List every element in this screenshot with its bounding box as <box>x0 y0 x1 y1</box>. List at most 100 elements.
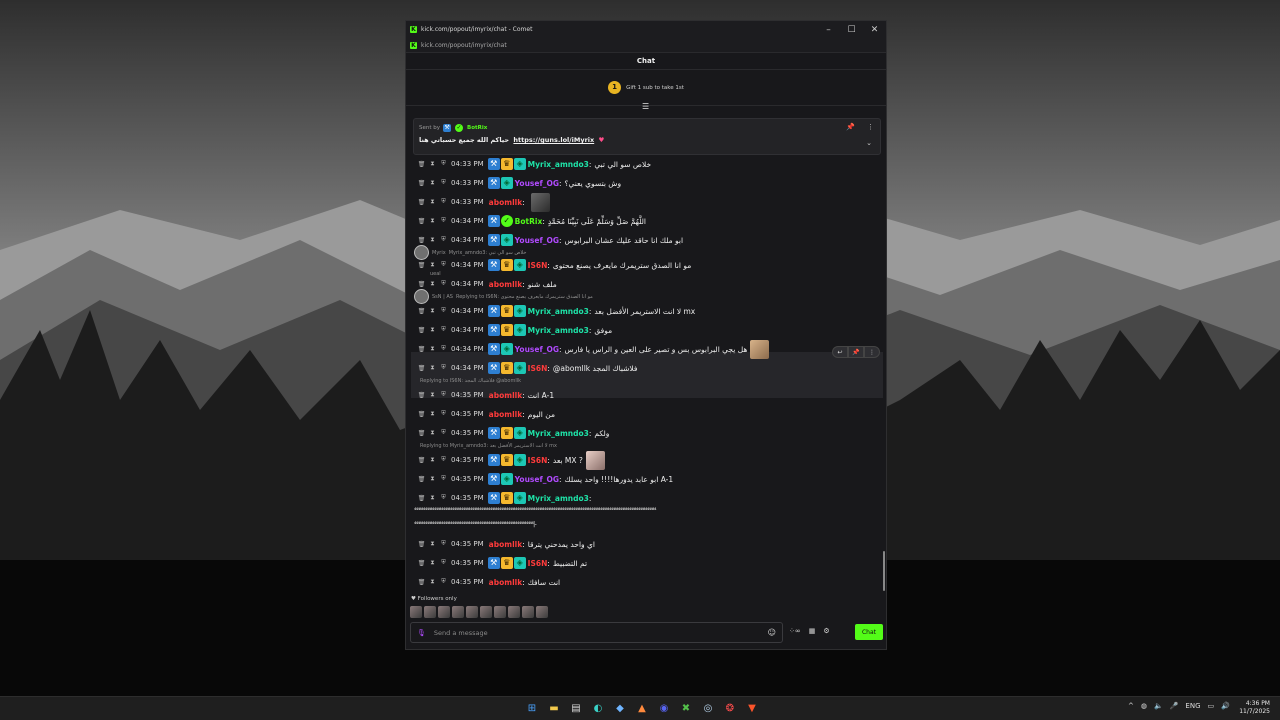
username[interactable]: Yousef_OG <box>515 345 559 354</box>
username[interactable]: Myrix_amndo3 <box>528 494 589 503</box>
chat-message[interactable]: 🗑 ⧗ ⛨ 04:35 PM abomllk: انت A-1 <box>416 388 554 402</box>
timeout-icon[interactable]: ⧗ <box>427 160 438 168</box>
tray-app-icon[interactable]: ◍ <box>1141 702 1147 710</box>
pinned-link[interactable]: https://guns.lol/iMyrix <box>513 136 594 144</box>
app-icon[interactable]: ❂ <box>722 701 738 717</box>
delete-icon[interactable]: 🗑 <box>416 237 427 244</box>
username[interactable]: abomllk <box>489 280 523 289</box>
comet-browser-icon[interactable]: ◐ <box>590 701 606 717</box>
chat-message[interactable]: 🗑 ⧗ ⛨ 04:35 PM ⚒ ♛ ◈ IS6N: بعد MX ? <box>416 450 605 470</box>
taskbar-clock[interactable]: 4:36 PM 11/7/2025 <box>1239 700 1270 716</box>
app-icon[interactable]: ◆ <box>612 701 628 717</box>
minimize-button[interactable]: – <box>817 25 840 35</box>
timeout-icon[interactable]: ⧗ <box>427 475 438 483</box>
ban-icon[interactable]: ⛨ <box>438 280 449 288</box>
volume-icon[interactable]: 🔊 <box>1221 702 1230 710</box>
username[interactable]: Myrix_amndo3 <box>528 429 589 438</box>
username[interactable]: IS6N <box>528 364 548 373</box>
username[interactable]: Yousef_OG <box>515 475 559 484</box>
emote-image[interactable] <box>522 606 534 618</box>
gift-sub-banner[interactable]: 1 Gift 1 sub to take 1st ☰ <box>406 70 886 111</box>
timeout-icon[interactable]: ⧗ <box>427 578 438 586</box>
ban-icon[interactable]: ⛨ <box>438 217 449 225</box>
timeout-icon[interactable]: ⧗ <box>427 364 438 372</box>
chat-message[interactable]: 🗑 ⧗ ⛨ 04:35 PM abomllk: من اليوم <box>416 407 555 421</box>
chevron-up-icon[interactable]: ^ <box>1128 702 1134 710</box>
username[interactable]: IS6N <box>528 559 548 568</box>
ban-icon[interactable]: ⛨ <box>438 391 449 399</box>
delete-icon[interactable]: 🗑 <box>416 579 427 586</box>
ban-icon[interactable]: ⛨ <box>438 364 449 372</box>
reply-context[interactable]: Replying to IS6N: فلاشباك المجد @abomllk <box>420 378 521 384</box>
emote-image[interactable] <box>410 606 422 618</box>
address-bar[interactable]: K kick.com/popout/imyrix/chat <box>406 38 886 53</box>
ban-icon[interactable]: ⛨ <box>438 345 449 353</box>
microphone-icon[interactable]: 🎤 <box>1170 702 1179 710</box>
delete-icon[interactable]: 🗑 <box>416 365 427 372</box>
emote-image[interactable] <box>438 606 450 618</box>
delete-icon[interactable]: 🗑 <box>416 199 427 206</box>
chat-message[interactable]: 🗑 ⧗ ⛨ 04:35 PM ⚒ ♛ ◈ Myrix_amndo3: ولكم <box>416 426 609 440</box>
username[interactable]: abomllk <box>489 410 523 419</box>
chat-message[interactable]: 🗑 ⧗ ⛨ 04:35 PM ⚒ ◈ Yousef_OG: ابو عابد ي… <box>416 472 673 486</box>
timeout-icon[interactable]: ⧗ <box>427 429 438 437</box>
discord-icon[interactable]: ◉ <box>656 701 672 717</box>
timeout-icon[interactable]: ⧗ <box>427 540 438 548</box>
ban-icon[interactable]: ⛨ <box>438 236 449 244</box>
ban-icon[interactable]: ⛨ <box>438 179 449 187</box>
file-explorer-icon[interactable]: ▬ <box>546 701 562 717</box>
chat-message[interactable]: 🗑 ⧗ ⛨ 04:34 PM ⚒ ✓ BotRix: اللَّهُمَّ صَ… <box>416 214 646 228</box>
gear-icon[interactable]: ⚙ <box>823 627 829 635</box>
delete-icon[interactable]: 🗑 <box>416 541 427 548</box>
username[interactable]: Myrix_amndo3 <box>528 326 589 335</box>
chat-message[interactable]: 🗑 ⧗ ⛨ 04:34 PM ⚒ ♛ ◈ Myrix_amndo3: لا ان… <box>416 304 695 318</box>
username[interactable]: Myrix_amndo3 <box>528 307 589 316</box>
expand-handle-icon[interactable]: ☰ <box>642 102 649 111</box>
delete-icon[interactable]: 🗑 <box>416 457 427 464</box>
ban-icon[interactable]: ⛨ <box>438 198 449 206</box>
timeout-icon[interactable]: ⧗ <box>427 559 438 567</box>
delete-icon[interactable]: 🗑 <box>416 308 427 315</box>
timeout-icon[interactable]: ⧗ <box>427 391 438 399</box>
chat-message[interactable]: 🗑 ⧗ ⛨ 04:35 PM abomllk: انت سافك <box>416 575 560 589</box>
timeout-icon[interactable]: ⧗ <box>427 261 438 269</box>
display-icon[interactable]: ▭ <box>1208 702 1215 710</box>
reply-notification[interactable]: SsN | AS Replying to IS6N: مو انا الصدق … <box>414 289 593 304</box>
emote-image[interactable] <box>508 606 520 618</box>
reply-context[interactable]: Replying to Myrix_amndo3: لا انت الاستري… <box>420 443 557 449</box>
timeout-icon[interactable]: ⧗ <box>427 326 438 334</box>
chat-message[interactable]: 🗑 ⧗ ⛨ 04:34 PM ⚒ ♛ ◈ IS6N: مو انا الصدق … <box>416 258 691 272</box>
emote-image[interactable] <box>536 606 548 618</box>
ban-icon[interactable]: ⛨ <box>438 261 449 269</box>
timeout-icon[interactable]: ⧗ <box>427 280 438 288</box>
emote-image[interactable] <box>480 606 492 618</box>
timeout-icon[interactable]: ⧗ <box>427 179 438 187</box>
timeout-icon[interactable]: ⧗ <box>427 217 438 225</box>
delete-icon[interactable]: 🗑 <box>416 560 427 567</box>
chat-message[interactable]: 🗑 ⧗ ⛨ 04:34 PM ⚒ ♛ ◈ IS6N: @abomllk فلاش… <box>416 361 638 375</box>
timeout-icon[interactable]: ⧗ <box>427 410 438 418</box>
chat-message[interactable]: 🗑 ⧗ ⛨ 04:35 PM ⚒ ♛ ◈ IS6N: تم التضبيط <box>416 556 587 570</box>
ban-icon[interactable]: ⛨ <box>438 494 449 502</box>
delete-icon[interactable]: 🗑 <box>416 392 427 399</box>
send-chat-button[interactable]: Chat <box>855 624 883 640</box>
chat-message[interactable]: 🗑 ⧗ ⛨ 04:34 PM ⚒ ◈ Yousef_OG: هل يجي الب… <box>416 339 770 359</box>
delete-icon[interactable]: 🗑 <box>416 180 427 187</box>
chat-message[interactable]: 🗑 ⧗ ⛨ 04:35 PM abomllk: اي واحد يمدحني ي… <box>416 537 595 551</box>
delete-icon[interactable]: 🗑 <box>416 281 427 288</box>
username[interactable]: abomllk <box>489 540 523 549</box>
speaker-icon[interactable]: 🔈 <box>1154 702 1163 710</box>
timeout-icon[interactable]: ⧗ <box>427 345 438 353</box>
delete-icon[interactable]: 🗑 <box>416 218 427 225</box>
message-input[interactable] <box>433 628 768 637</box>
username[interactable]: abomllk <box>489 391 523 400</box>
ban-icon[interactable]: ⛨ <box>438 475 449 483</box>
delete-icon[interactable]: 🗑 <box>416 161 427 168</box>
pinned-author[interactable]: BotRix <box>467 125 487 131</box>
steam-icon[interactable]: ◎ <box>700 701 716 717</box>
timeout-icon[interactable]: ⧗ <box>427 198 438 206</box>
delete-icon[interactable]: 🗑 <box>416 346 427 353</box>
chevron-down-icon[interactable]: ⌄ <box>866 139 872 147</box>
username[interactable]: Myrix_amndo3 <box>528 160 589 169</box>
microphone-icon[interactable]: 🎙 <box>417 629 426 637</box>
